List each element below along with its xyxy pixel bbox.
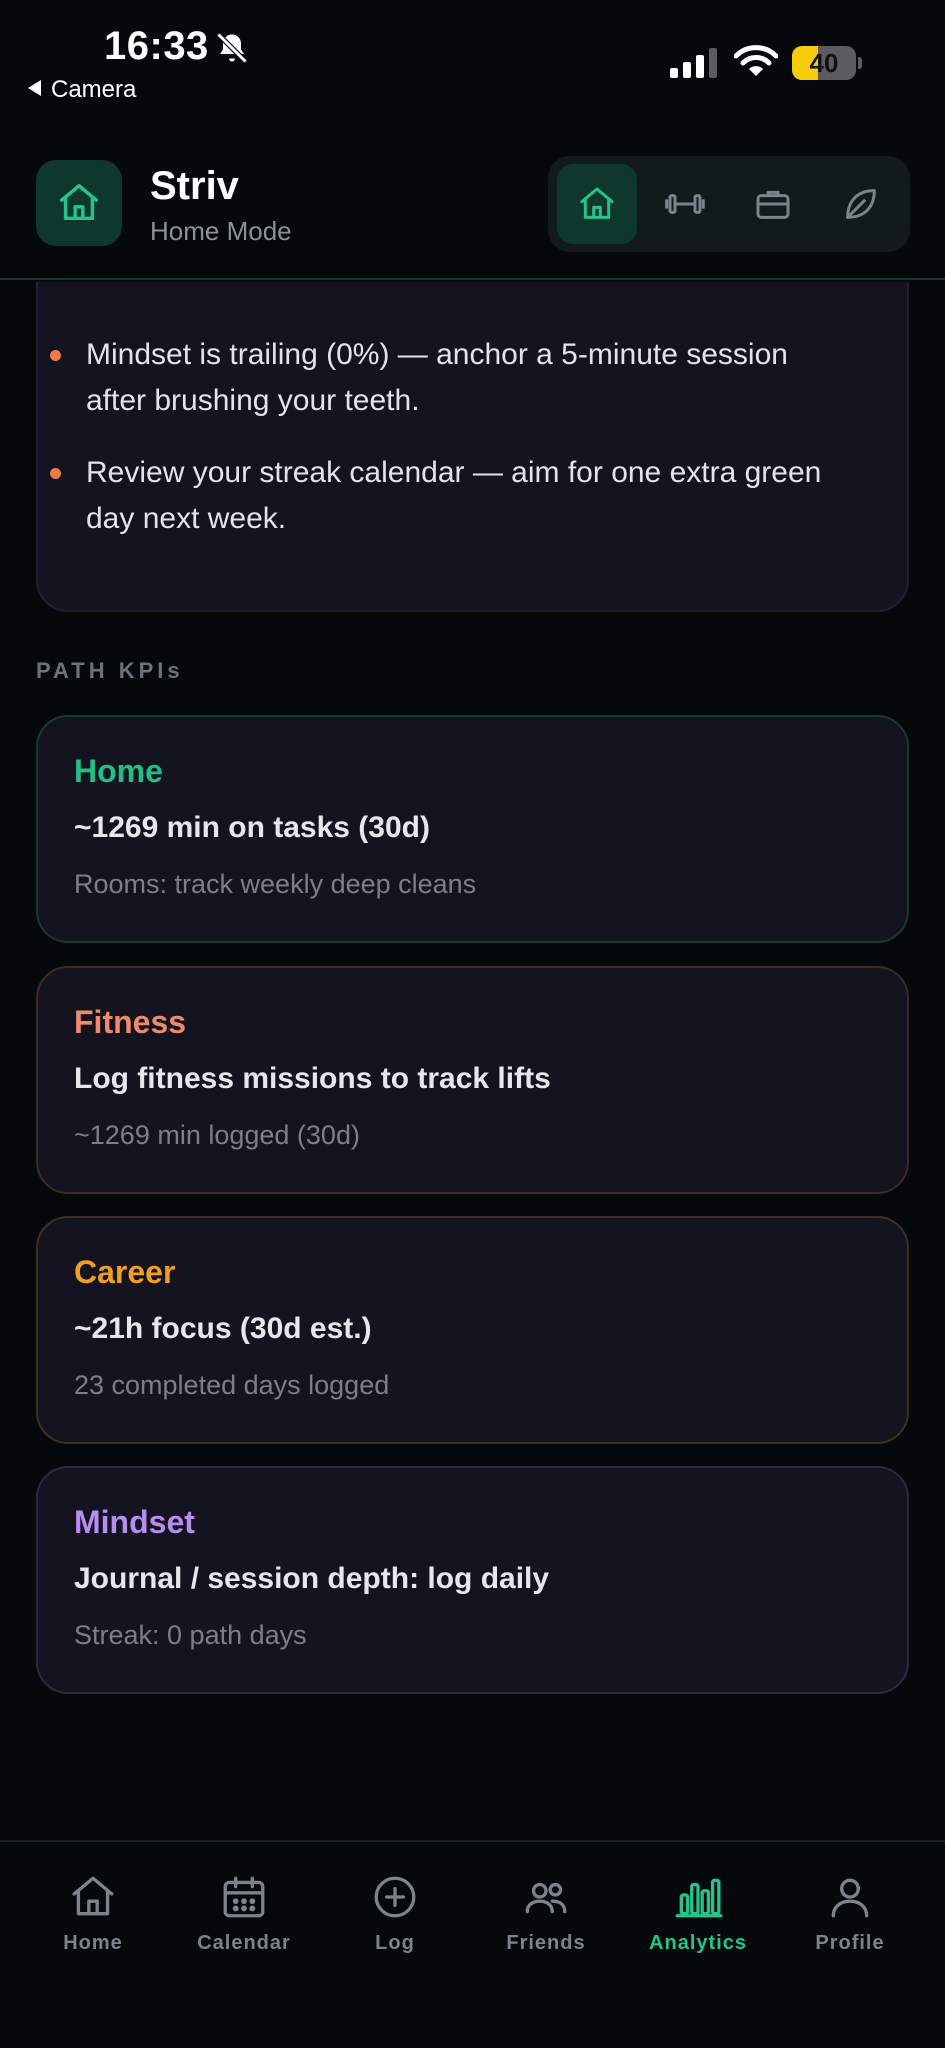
bar-chart-icon (675, 1878, 723, 1918)
kpi-card-career[interactable]: Career ~21h focus (30d est.) 23 complete… (36, 1216, 909, 1444)
kpi-main-metric: Log fitness missions to track lifts (74, 1062, 551, 1095)
home-icon (72, 1876, 114, 1916)
plus-circle-icon (374, 1876, 416, 1918)
kpi-card-fitness[interactable]: Fitness Log fitness missions to track li… (36, 966, 909, 1194)
mode-fitness-button[interactable] (645, 164, 725, 244)
kpi-name: Home (74, 753, 163, 789)
mode-mindset-button[interactable] (821, 164, 901, 244)
battery-indicator: 40 (792, 46, 862, 80)
app-logo (36, 160, 122, 246)
bottom-tab-bar: Home Calendar Log Friends Analytics Prof… (0, 1840, 945, 2048)
kpi-name: Fitness (74, 1004, 187, 1040)
calendar-icon (223, 1876, 265, 1918)
analytics-content[interactable]: Mindset is trailing (0%) — anchor a 5-mi… (0, 282, 945, 1840)
tab-label: Analytics (649, 1932, 747, 1954)
insight-item: Mindset is trailing (0%) — anchor a 5-mi… (50, 332, 846, 424)
kpi-name: Mindset (74, 1504, 195, 1540)
tab-calendar[interactable]: Calendar (169, 1872, 319, 1982)
friends-icon (525, 1882, 567, 1914)
back-triangle-icon (28, 80, 41, 96)
battery-body: 40 (792, 46, 856, 80)
tab-label: Friends (506, 1932, 586, 1954)
briefcase-icon (756, 190, 790, 219)
tab-label: Profile (815, 1932, 885, 1954)
mode-career-button[interactable] (733, 164, 813, 244)
status-bar: 16:33 Camera 40 (0, 0, 945, 120)
home-icon (580, 187, 614, 219)
cellular-signal-icon (670, 48, 717, 78)
mode-switcher (548, 156, 910, 252)
tab-label: Home (63, 1932, 123, 1954)
app-header: Striv Home Mode (0, 120, 945, 280)
home-icon (60, 184, 98, 221)
back-app-label: Camera (51, 76, 137, 103)
kpi-main-metric: ~1269 min on tasks (30d) (74, 811, 430, 844)
leaf-icon (846, 189, 876, 219)
mode-home-button[interactable] (557, 164, 637, 244)
bullet-dot (50, 468, 61, 479)
back-to-app-link[interactable]: Camera (28, 76, 136, 104)
section-title: PATH KPIs (36, 658, 184, 683)
insight-item: Review your streak calendar — aim for on… (50, 450, 846, 542)
insight-text: Review your streak calendar — aim for on… (86, 456, 822, 535)
tab-friends[interactable]: Friends (471, 1872, 621, 1982)
app-screen: 16:33 Camera 40 Striv Home Mode Mindset … (0, 0, 945, 2048)
profile-icon (831, 1878, 869, 1918)
kpi-name: Career (74, 1254, 176, 1290)
kpi-sub-metric: 23 completed days logged (74, 1370, 390, 1400)
kpi-sub-metric: Rooms: track weekly deep cleans (74, 869, 477, 899)
kpi-sub-metric: ~1269 min logged (30d) (74, 1120, 360, 1150)
dumbbell-icon (665, 194, 705, 214)
tab-label: Calendar (197, 1932, 291, 1954)
wifi-icon (734, 45, 778, 76)
battery-tip (858, 57, 862, 69)
kpi-sub-metric: Streak: 0 path days (74, 1620, 307, 1650)
tab-home[interactable]: Home (18, 1872, 168, 1982)
app-title: Striv (150, 164, 239, 208)
kpi-card-mindset[interactable]: Mindset Journal / session depth: log dai… (36, 1466, 909, 1694)
battery-level: 40 (809, 48, 839, 78)
insight-text: Mindset is trailing (0%) — anchor a 5-mi… (86, 338, 788, 417)
tab-profile[interactable]: Profile (775, 1872, 925, 1982)
tab-analytics[interactable]: Analytics (623, 1872, 773, 1982)
mode-subtitle: Home Mode (150, 216, 292, 246)
bell-muted-icon (216, 32, 248, 64)
tab-label: Log (375, 1932, 415, 1954)
kpi-main-metric: ~21h focus (30d est.) (74, 1312, 372, 1345)
bullet-dot (50, 350, 61, 361)
kpi-card-home[interactable]: Home ~1269 min on tasks (30d) Rooms: tra… (36, 715, 909, 943)
kpi-main-metric: Journal / session depth: log daily (74, 1562, 550, 1595)
status-time: 16:33 (104, 24, 209, 68)
tab-log[interactable]: Log (320, 1872, 470, 1982)
